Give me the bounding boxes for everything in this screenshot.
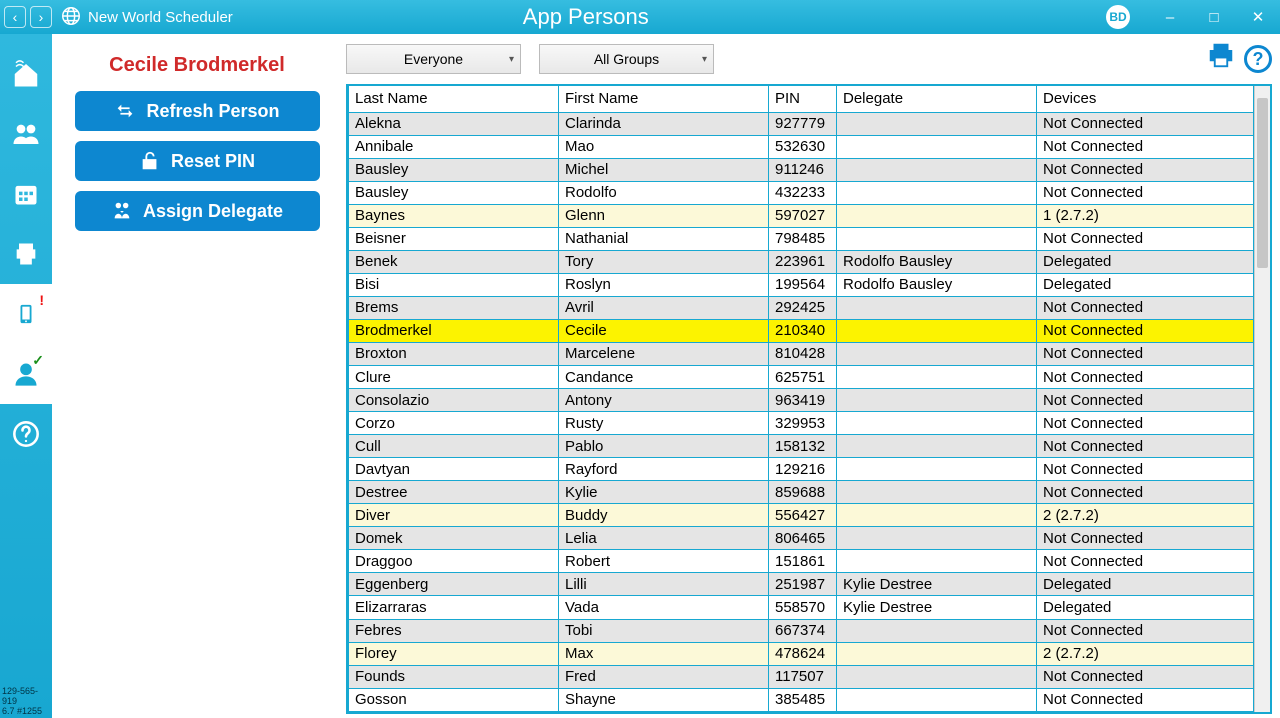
table-row[interactable]: EggenbergLilli251987Kylie DestreeDelegat…	[349, 573, 1254, 596]
nav-persons[interactable]	[0, 104, 52, 164]
app-name: New World Scheduler	[88, 9, 233, 26]
table-row[interactable]: BenekTory223961Rodolfo BausleyDelegated	[349, 250, 1254, 273]
table-row[interactable]: BisiRoslyn199564Rodolfo BausleyDelegated	[349, 273, 1254, 296]
check-icon: ✓	[32, 352, 44, 369]
table-row[interactable]: BeisnerNathanial798485Not Connected	[349, 227, 1254, 250]
vertical-scrollbar[interactable]	[1254, 86, 1270, 712]
table-row[interactable]: CorzoRusty329953Not Connected	[349, 412, 1254, 435]
alert-icon: !	[39, 292, 44, 308]
table-row[interactable]: DestreeKylie859688Not Connected	[349, 481, 1254, 504]
selected-person: Cecile Brodmerkel	[64, 54, 330, 77]
table-row[interactable]: DiverBuddy5564272 (2.7.2)	[349, 504, 1254, 527]
nav-mobile[interactable]: !	[0, 284, 52, 344]
col-devices[interactable]: Devices	[1037, 86, 1254, 112]
table-row[interactable]: BaynesGlenn5970271 (2.7.2)	[349, 204, 1254, 227]
refresh-person-button[interactable]: Refresh Person	[75, 91, 320, 131]
persons-table[interactable]: Last Name First Name PIN Delegate Device…	[348, 86, 1254, 712]
table-row[interactable]: AleknaClarinda927779Not Connected	[349, 112, 1254, 135]
nav-app-persons[interactable]: ✓	[0, 344, 52, 404]
assign-delegate-button[interactable]: Assign Delegate	[75, 191, 320, 231]
reset-pin-button[interactable]: Reset PIN	[75, 141, 320, 181]
table-row[interactable]: CullPablo158132Not Connected	[349, 435, 1254, 458]
sidebar: ! ✓ 129-565-919 6.7 #1255	[0, 34, 52, 718]
chevron-down-icon: ▾	[509, 54, 514, 65]
nav-help[interactable]	[0, 404, 52, 464]
globe-icon	[60, 5, 82, 30]
maximize-button[interactable]: □	[1192, 0, 1236, 34]
col-last-name[interactable]: Last Name	[349, 86, 559, 112]
version-footer: 129-565-919 6.7 #1255	[0, 686, 52, 718]
table-row[interactable]: BausleyRodolfo432233Not Connected	[349, 181, 1254, 204]
nav-print[interactable]	[0, 224, 52, 284]
table-row[interactable]: FloreyMax4786242 (2.7.2)	[349, 642, 1254, 665]
scrollbar-thumb[interactable]	[1257, 98, 1268, 268]
minimize-button[interactable]: –	[1148, 0, 1192, 34]
table-row[interactable]: BremsAvril292425Not Connected	[349, 296, 1254, 319]
col-pin[interactable]: PIN	[769, 86, 837, 112]
table-row[interactable]: BrodmerkelCecile210340Not Connected	[349, 319, 1254, 342]
filter-groups[interactable]: All Groups▾	[539, 44, 714, 74]
print-icon[interactable]	[1206, 40, 1236, 78]
action-panel: Cecile Brodmerkel Refresh Person Reset P…	[52, 34, 342, 718]
table-row[interactable]: BausleyMichel911246Not Connected	[349, 158, 1254, 181]
user-badge[interactable]: BD	[1106, 5, 1130, 29]
help-icon[interactable]: ?	[1244, 45, 1272, 73]
table-row[interactable]: ClureCandance625751Not Connected	[349, 366, 1254, 389]
table-row[interactable]: ConsolazioAntony963419Not Connected	[349, 389, 1254, 412]
table-row[interactable]: FebresTobi667374Not Connected	[349, 619, 1254, 642]
nav-home[interactable]	[0, 44, 52, 104]
chevron-down-icon: ▾	[702, 54, 707, 65]
table-row[interactable]: DraggooRobert151861Not Connected	[349, 550, 1254, 573]
close-button[interactable]: ✕	[1236, 0, 1280, 34]
table-row[interactable]: DavtyanRayford129216Not Connected	[349, 458, 1254, 481]
forward-button[interactable]: ›	[30, 6, 52, 28]
table-row[interactable]: FoundsFred117507Not Connected	[349, 665, 1254, 688]
col-delegate[interactable]: Delegate	[837, 86, 1037, 112]
page-title: App Persons	[523, 4, 649, 30]
table-row[interactable]: AnnibaleMao532630Not Connected	[349, 135, 1254, 158]
filter-everyone[interactable]: Everyone▾	[346, 44, 521, 74]
nav-schedule[interactable]	[0, 164, 52, 224]
table-row[interactable]: DomekLelia806465Not Connected	[349, 527, 1254, 550]
table-row[interactable]: ElizarrarasVada558570Kylie DestreeDelega…	[349, 596, 1254, 619]
table-row[interactable]: GossonShayne385485Not Connected	[349, 688, 1254, 711]
back-button[interactable]: ‹	[4, 6, 26, 28]
table-row[interactable]: BroxtonMarcelene810428Not Connected	[349, 342, 1254, 365]
col-first-name[interactable]: First Name	[559, 86, 769, 112]
